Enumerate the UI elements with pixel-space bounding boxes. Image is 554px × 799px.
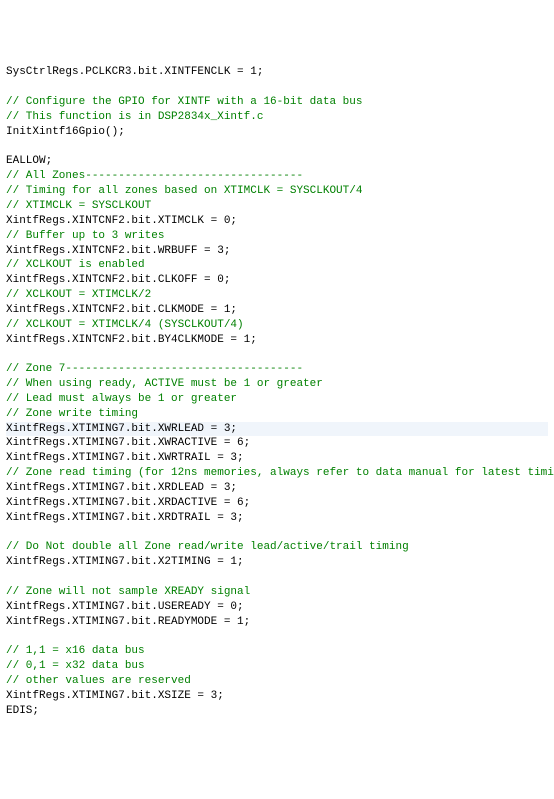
code-line: // Zone will not sample XREADY signal [6, 586, 250, 598]
code-line: EALLOW; [6, 155, 52, 167]
code-line: XintfRegs.XTIMING7.bit.X2TIMING = 1; [6, 556, 244, 568]
code-line: XintfRegs.XINTCNF2.bit.CLKOFF = 0; [6, 274, 230, 286]
code-line: XintfRegs.XTIMING7.bit.XRDTRAIL = 3; [6, 512, 244, 524]
code-line: // Zone read timing (for 12ns memories, … [6, 467, 554, 479]
code-line: XintfRegs.XTIMING7.bit.XWRACTIVE = 6; [6, 437, 250, 449]
code-line: // XTIMCLK = SYSCLKOUT [6, 200, 151, 212]
code-line: // Configure the GPIO for XINTF with a 1… [6, 96, 362, 108]
code-line: XintfRegs.XTIMING7.bit.XWRTRAIL = 3; [6, 452, 244, 464]
code-line: // other values are reserved [6, 675, 191, 687]
code-line: XintfRegs.XTIMING7.bit.READYMODE = 1; [6, 616, 250, 628]
code-line: // 0,1 = x32 data bus [6, 660, 145, 672]
code-line: // XCLKOUT = XTIMCLK/2 [6, 289, 151, 301]
code-block: SysCtrlRegs.PCLKCR3.bit.XINTFENCLK = 1; … [6, 65, 548, 718]
code-line: XintfRegs.XINTCNF2.bit.BY4CLKMODE = 1; [6, 334, 257, 346]
code-line: // Do Not double all Zone read/write lea… [6, 541, 409, 553]
code-line: XintfRegs.XTIMING7.bit.XRDACTIVE = 6; [6, 497, 250, 509]
code-line: EDIS; [6, 705, 39, 717]
code-line: // This function is in DSP2834x_Xintf.c [6, 111, 263, 123]
code-line: // Zone write timing [6, 408, 138, 420]
code-line: // Timing for all zones based on XTIMCLK… [6, 185, 362, 197]
code-line: // Lead must always be 1 or greater [6, 393, 237, 405]
code-line: XintfRegs.XTIMING7.bit.XRDLEAD = 3; [6, 482, 237, 494]
code-line: XintfRegs.XINTCNF2.bit.CLKMODE = 1; [6, 304, 237, 316]
code-line: XintfRegs.XTIMING7.bit.USEREADY = 0; [6, 601, 244, 613]
code-line: SysCtrlRegs.PCLKCR3.bit.XINTFENCLK = 1; [6, 66, 263, 78]
code-line: XintfRegs.XTIMING7.bit.XWRLEAD = 3; [6, 422, 548, 437]
code-line: XintfRegs.XINTCNF2.bit.XTIMCLK = 0; [6, 215, 237, 227]
code-line: // When using ready, ACTIVE must be 1 or… [6, 378, 323, 390]
code-line: // Buffer up to 3 writes [6, 230, 164, 242]
code-line: XintfRegs.XINTCNF2.bit.WRBUFF = 3; [6, 245, 230, 257]
code-line: // 1,1 = x16 data bus [6, 645, 145, 657]
code-line: // Zone 7-------------------------------… [6, 363, 303, 375]
code-line: // XCLKOUT is enabled [6, 259, 145, 271]
code-line: // All Zones----------------------------… [6, 170, 303, 182]
code-line: InitXintf16Gpio(); [6, 126, 125, 138]
code-line: // XCLKOUT = XTIMCLK/4 (SYSCLKOUT/4) [6, 319, 244, 331]
code-line: XintfRegs.XTIMING7.bit.XSIZE = 3; [6, 690, 224, 702]
